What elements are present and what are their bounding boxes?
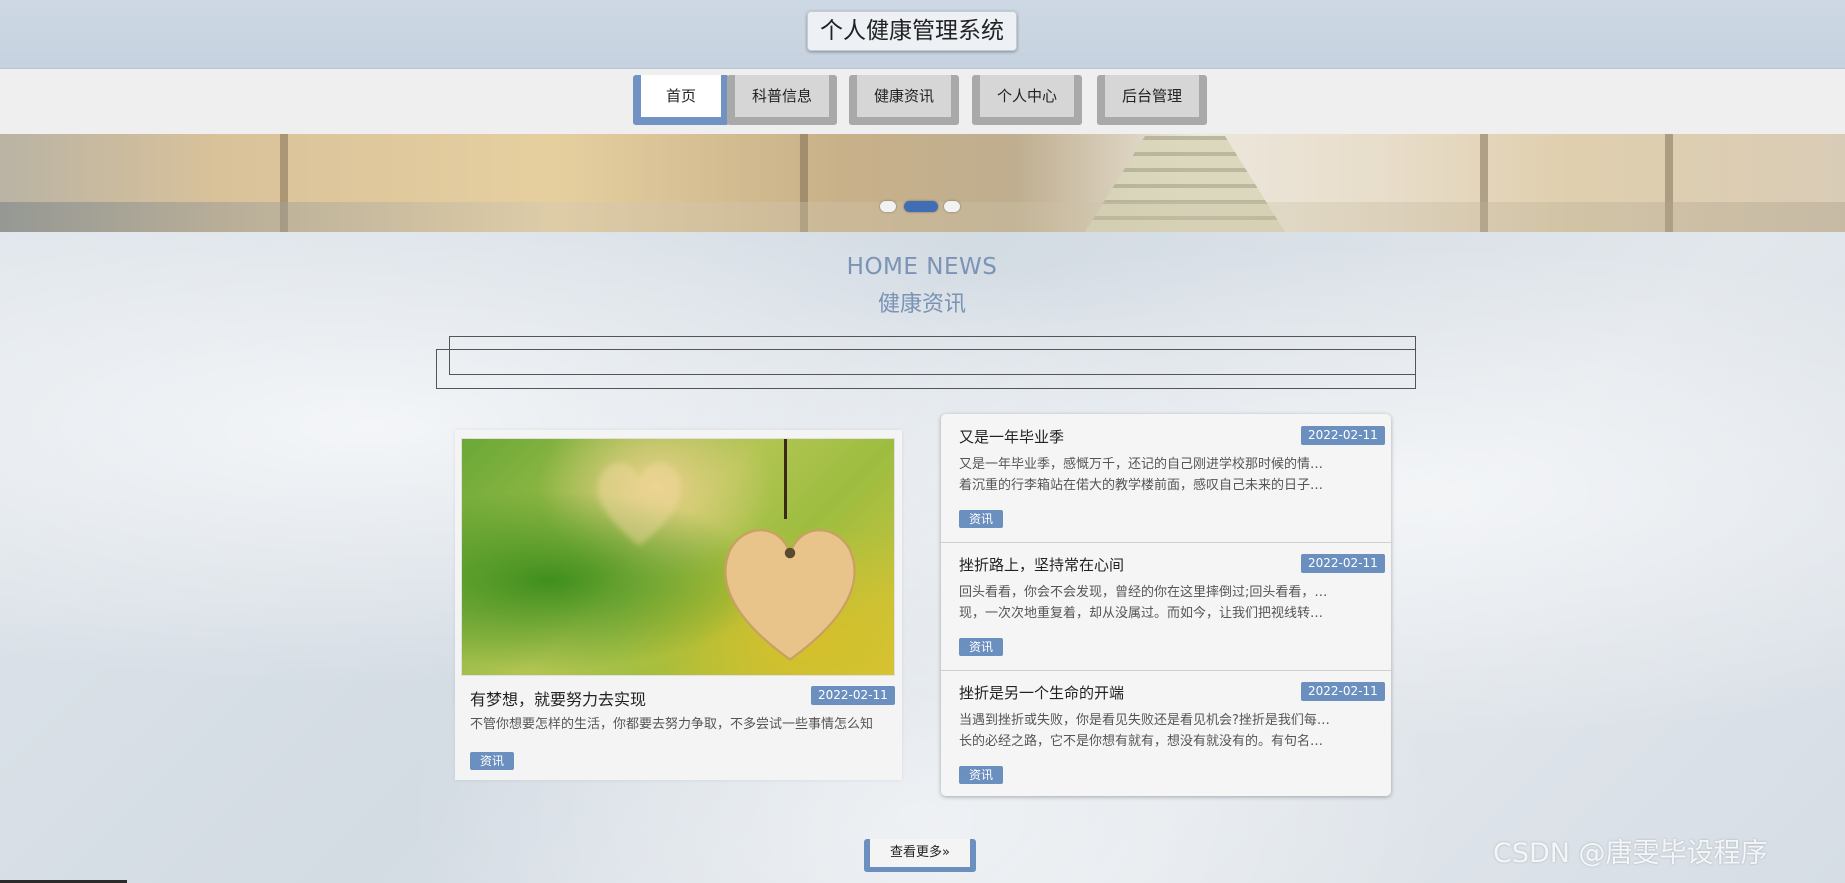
- outline-box: [436, 349, 1416, 389]
- news-excerpt: 又是一年毕业季，感慨万千，还记的自己刚进学校那时候的情景，我拖 着沉重的行李箱站…: [959, 457, 1331, 493]
- news-tag[interactable]: 资讯: [959, 510, 1003, 528]
- news-title: 挫折是另一个生命的开端: [959, 684, 1125, 702]
- featured-excerpt: 不管你想要怎样的生活，你都要去努力争取，不多尝试一些事情怎么知: [470, 717, 874, 732]
- section-title-en: HOME NEWS: [846, 254, 998, 280]
- news-title: 挫折路上，坚持常在心间: [959, 556, 1125, 574]
- view-more-button[interactable]: 查看更多»: [864, 839, 976, 872]
- news-item[interactable]: 挫折是另一个生命的开端 2022-02-11 当遇到挫折或失败，你是看见失败还是…: [941, 670, 1391, 796]
- site-header: 个人健康管理系统: [0, 0, 1845, 69]
- nav-item-admin[interactable]: 后台管理: [1097, 75, 1207, 125]
- news-excerpt: 回头看看，你会不会发现，曾经的你在这里摔倒过;回头看看，你是否发 现，一次次地重…: [959, 585, 1331, 621]
- news-date: 2022-02-11: [1301, 426, 1385, 445]
- nav-item-science[interactable]: 科普信息: [727, 75, 837, 125]
- main-nav: 首页 科普信息 健康资讯 个人中心 后台管理: [0, 69, 1845, 134]
- featured-news-card[interactable]: 有梦想，就要努力去实现 2022-02-11 不管你想要怎样的生活，你都要去努力…: [455, 430, 902, 780]
- news-tag[interactable]: 资讯: [959, 766, 1003, 784]
- hero-banner: [0, 134, 1845, 232]
- featured-tag[interactable]: 资讯: [470, 752, 514, 770]
- watermark: CSDN @唐雯毕设程序: [1493, 838, 1768, 869]
- news-item[interactable]: 又是一年毕业季 2022-02-11 又是一年毕业季，感慨万千，还记的自己刚进学…: [941, 414, 1391, 543]
- carousel-dot-3[interactable]: [944, 201, 960, 212]
- nav-item-health-news[interactable]: 健康资讯: [849, 75, 959, 125]
- featured-image: [461, 438, 895, 676]
- news-date: 2022-02-11: [1301, 554, 1385, 573]
- heart-string: [784, 439, 787, 519]
- featured-date: 2022-02-11: [811, 686, 895, 705]
- section-title-cn: 健康资讯: [877, 292, 966, 317]
- news-title: 又是一年毕业季: [959, 428, 1065, 446]
- nav-item-home[interactable]: 首页: [633, 75, 729, 125]
- carousel-dot-1[interactable]: [880, 201, 896, 212]
- wooden-heart-icon: [724, 529, 856, 661]
- site-title: 个人健康管理系统: [807, 11, 1017, 51]
- news-excerpt: 当遇到挫折或失败，你是看见失败还是看见机会?挫折是我们每个人成 长的必经之路，它…: [959, 713, 1331, 749]
- nav-item-personal-center[interactable]: 个人中心: [972, 75, 1082, 125]
- carousel-dot-2[interactable]: [904, 201, 938, 212]
- news-date: 2022-02-11: [1301, 682, 1385, 701]
- content-background: [0, 232, 1845, 883]
- featured-title: 有梦想，就要努力去实现: [470, 690, 647, 709]
- news-tag[interactable]: 资讯: [959, 638, 1003, 656]
- news-item[interactable]: 挫折路上，坚持常在心间 2022-02-11 回头看看，你会不会发现，曾经的你在…: [941, 542, 1391, 671]
- news-list: 又是一年毕业季 2022-02-11 又是一年毕业季，感慨万千，还记的自己刚进学…: [941, 414, 1391, 796]
- blurred-heart-icon: [597, 462, 682, 546]
